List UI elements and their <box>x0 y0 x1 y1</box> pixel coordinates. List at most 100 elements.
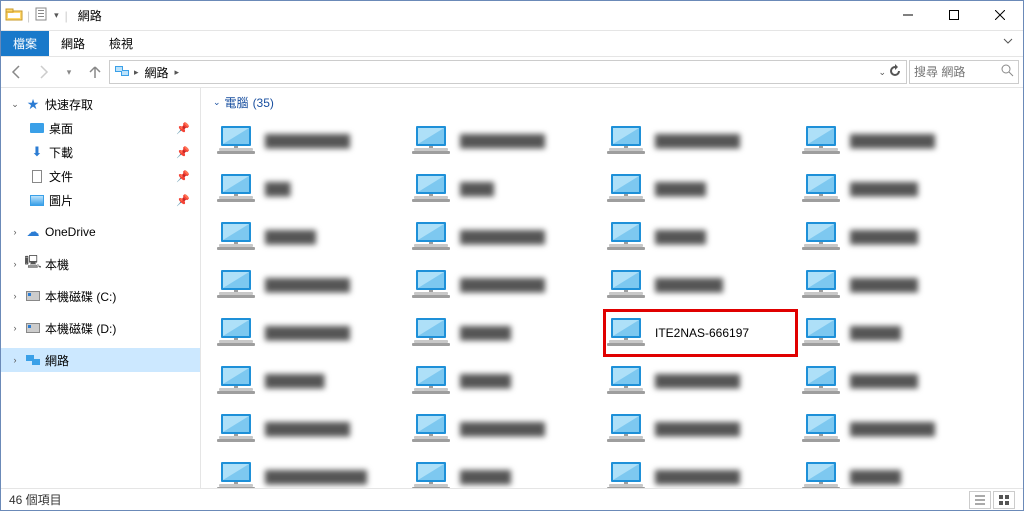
computer-icon <box>217 122 257 160</box>
network-computer-item[interactable]: ██████ <box>798 453 993 488</box>
cloud-icon: ☁ <box>25 224 41 240</box>
tree-this-pc[interactable]: › 🖳 本機 <box>1 252 200 276</box>
network-computer-item[interactable]: ████████ <box>603 261 798 309</box>
tree-downloads[interactable]: ⬇下載 📌 <box>1 140 200 164</box>
group-header[interactable]: ⌄ 電腦 (35) <box>213 92 1011 117</box>
network-computer-item[interactable]: ██████ <box>408 453 603 488</box>
properties-icon[interactable] <box>34 6 50 25</box>
refresh-icon[interactable] <box>888 64 902 81</box>
search-icon[interactable] <box>1001 64 1014 80</box>
qat: | ▾ | <box>1 5 74 26</box>
computer-icon <box>607 266 647 304</box>
computer-label: ITE2NAS-666197 <box>655 326 749 340</box>
maximize-button[interactable] <box>931 1 977 31</box>
tab-view[interactable]: 檢視 <box>97 31 145 56</box>
computer-icon <box>802 362 842 400</box>
drive-icon <box>26 291 40 301</box>
recent-dropdown-icon[interactable]: ▾ <box>57 60 81 84</box>
network-computer-item[interactable]: ██████████ <box>603 117 798 165</box>
network-computer-item[interactable]: ██████████ <box>798 405 993 453</box>
tree-onedrive[interactable]: › ☁ OneDrive <box>1 220 200 244</box>
network-computer-item[interactable]: ██████████ <box>408 117 603 165</box>
search-input[interactable] <box>914 65 997 79</box>
computer-icon <box>412 410 452 448</box>
tree-documents[interactable]: 文件 📌 <box>1 164 200 188</box>
address-dropdown-icon[interactable]: ⌄ <box>878 67 886 78</box>
window-controls <box>885 1 1023 31</box>
tree-local-d[interactable]: › 本機磁碟 (D:) <box>1 316 200 340</box>
item-view[interactable]: ⌄ 電腦 (35) ██████████ ███ ██████ ████████… <box>201 88 1023 488</box>
network-computer-item[interactable]: ██████████ <box>408 405 603 453</box>
network-computer-item[interactable]: ██████ <box>408 357 603 405</box>
tab-file[interactable]: 檔案 <box>1 31 49 56</box>
collapse-group-icon[interactable]: ⌄ <box>213 97 221 108</box>
computer-icon <box>802 410 842 448</box>
computer-label: ██████████ <box>850 422 935 436</box>
network-computer-item[interactable]: ██████ <box>603 213 798 261</box>
network-computer-item[interactable]: ██████ <box>798 309 993 357</box>
collapse-icon[interactable]: ⌄ <box>9 99 21 110</box>
expand-icon[interactable]: › <box>9 291 21 301</box>
back-button[interactable] <box>5 60 29 84</box>
tiles-view-button[interactable] <box>993 491 1015 509</box>
computer-label: ██████████ <box>460 278 545 292</box>
chevron-right-icon[interactable]: ▸ <box>134 67 139 78</box>
tree-pictures[interactable]: 圖片 📌 <box>1 188 200 212</box>
network-computer-item[interactable]: ITE2NAS-666197 <box>603 309 798 357</box>
chevron-right-icon[interactable]: ▸ <box>175 67 180 78</box>
computer-icon <box>412 218 452 256</box>
network-computer-item[interactable]: ██████████ <box>408 213 603 261</box>
network-computer-item[interactable]: ████████ <box>798 165 993 213</box>
expand-icon[interactable]: › <box>9 323 21 333</box>
details-view-button[interactable] <box>969 491 991 509</box>
search-box[interactable] <box>909 60 1019 84</box>
minimize-button[interactable] <box>885 1 931 31</box>
network-computer-item[interactable]: ████████ <box>798 357 993 405</box>
pin-icon: 📌 <box>176 194 190 207</box>
network-computer-item[interactable]: ███████ <box>213 357 408 405</box>
network-computer-item[interactable]: ████████ <box>798 213 993 261</box>
network-computer-item[interactable]: ██████████ <box>213 117 408 165</box>
up-button[interactable] <box>83 60 107 84</box>
pin-icon: 📌 <box>176 146 190 159</box>
tree-desktop[interactable]: 桌面 📌 <box>1 116 200 140</box>
star-icon: ★ <box>25 96 41 112</box>
network-computer-item[interactable]: ██████ <box>213 213 408 261</box>
network-computer-item[interactable]: ██████████ <box>603 453 798 488</box>
network-computer-item[interactable]: ████████████ <box>213 453 408 488</box>
qat-dropdown-icon[interactable]: ▾ <box>54 10 59 21</box>
tree-network[interactable]: › 網路 <box>1 348 200 372</box>
network-computer-item[interactable]: ████████ <box>798 261 993 309</box>
network-computer-item[interactable]: ███ <box>213 165 408 213</box>
network-computer-item[interactable]: ██████ <box>408 309 603 357</box>
tree-label: 下載 <box>49 144 73 161</box>
computer-label: ██████████ <box>460 422 545 436</box>
window-title: 網路 <box>74 7 102 24</box>
network-computer-item[interactable]: ██████ <box>603 165 798 213</box>
pin-icon: 📌 <box>176 122 190 135</box>
network-computer-item[interactable]: ██████████ <box>213 309 408 357</box>
computer-label: ██████████ <box>265 134 350 148</box>
computer-icon <box>217 266 257 304</box>
network-computer-item[interactable]: ██████████ <box>213 405 408 453</box>
network-computer-item[interactable]: ████ <box>408 165 603 213</box>
expand-icon[interactable]: › <box>9 355 21 365</box>
forward-button[interactable] <box>31 60 55 84</box>
computer-icon <box>412 266 452 304</box>
network-computer-item[interactable]: ██████████ <box>408 261 603 309</box>
network-computer-item[interactable]: ██████████ <box>603 405 798 453</box>
network-computer-item[interactable]: ██████████ <box>213 261 408 309</box>
breadcrumb[interactable]: 網路 <box>143 64 171 81</box>
tree-local-c[interactable]: › 本機磁碟 (C:) <box>1 284 200 308</box>
network-computer-item[interactable]: ██████████ <box>798 117 993 165</box>
expand-icon[interactable]: › <box>9 259 21 269</box>
tab-network[interactable]: 網路 <box>49 31 97 56</box>
expand-icon[interactable]: › <box>9 227 21 237</box>
tree-quick-access[interactable]: ⌄ ★ 快速存取 <box>1 92 200 116</box>
network-computer-item[interactable]: ██████████ <box>603 357 798 405</box>
computer-icon <box>412 458 452 488</box>
close-button[interactable] <box>977 1 1023 31</box>
address-bar[interactable]: ▸ 網路 ▸ ⌄ <box>109 60 907 84</box>
computer-label: ██████ <box>655 230 706 244</box>
ribbon-expand-icon[interactable] <box>993 31 1023 56</box>
